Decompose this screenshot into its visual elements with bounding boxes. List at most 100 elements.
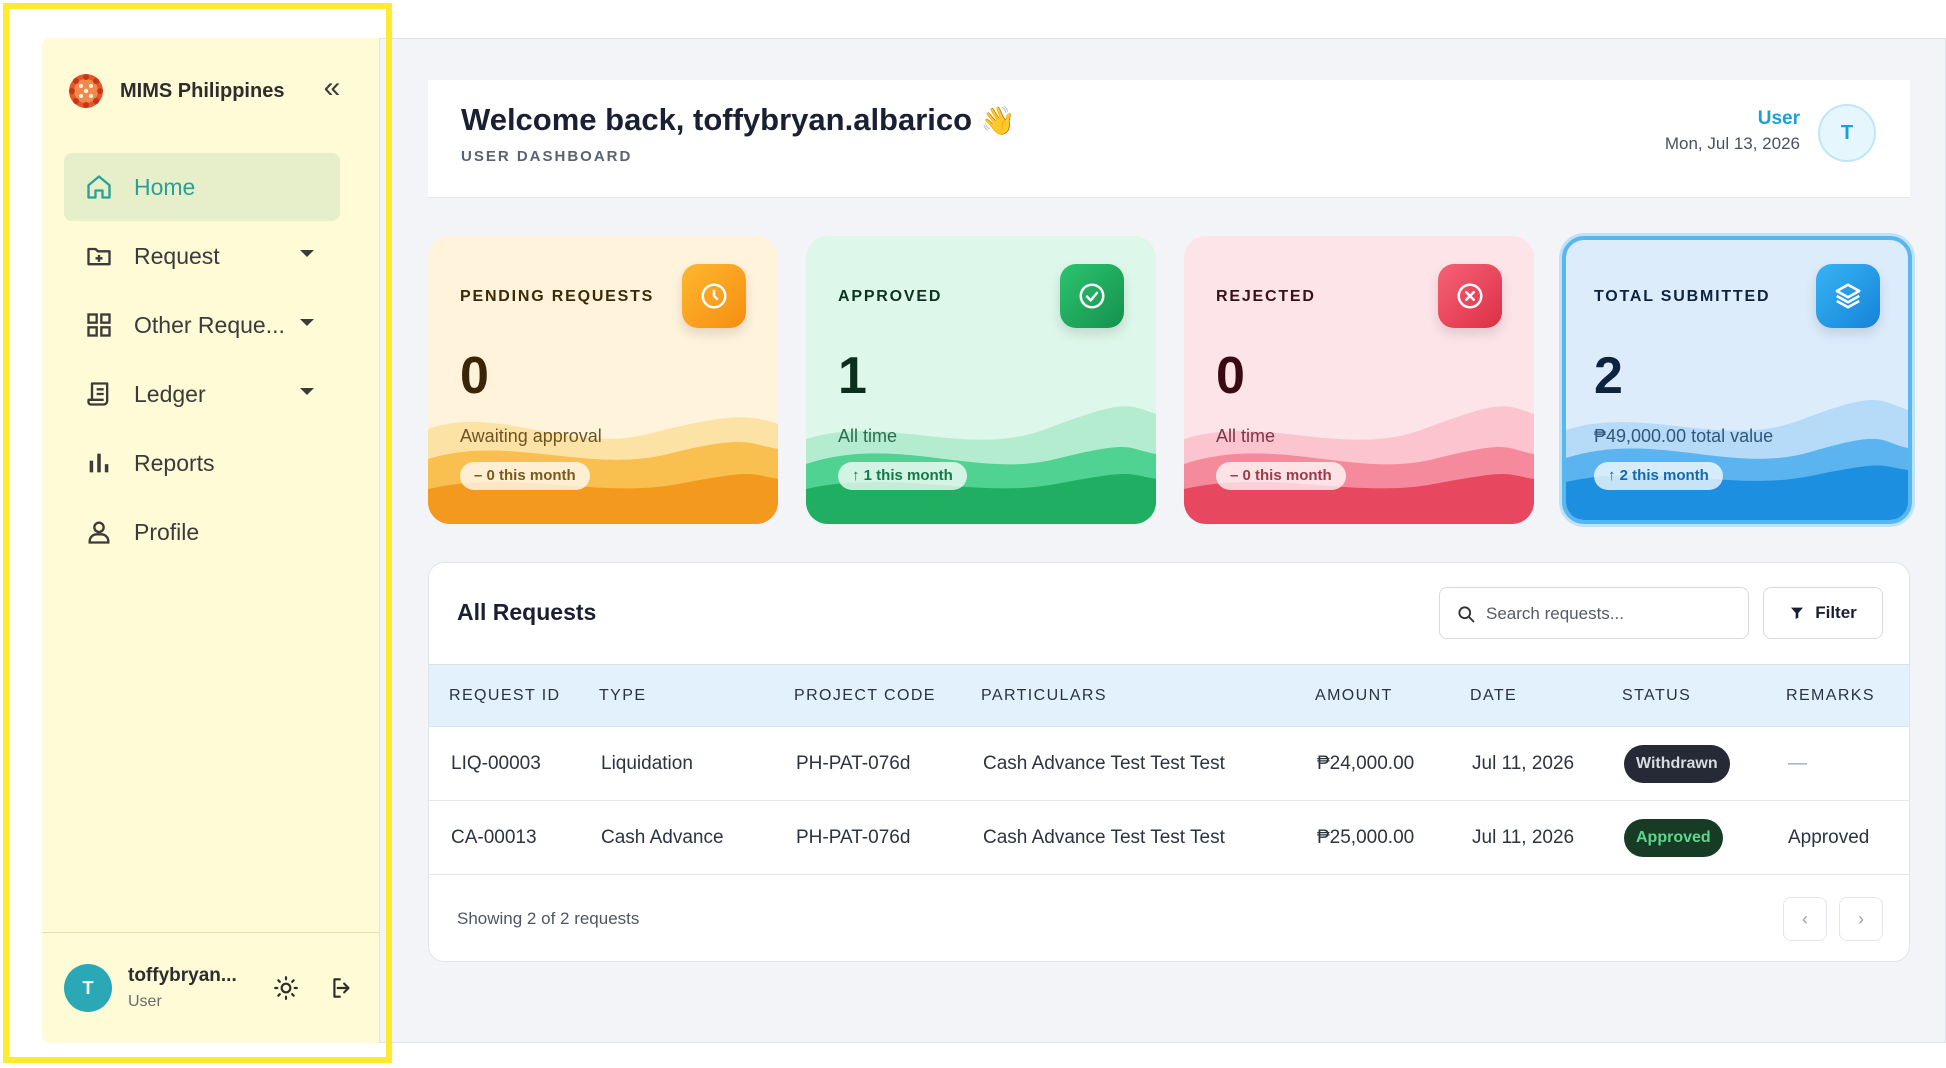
stat-title: PENDING REQUESTS (460, 288, 655, 305)
cell-date: Jul 11, 2026 (1450, 800, 1602, 875)
brand[interactable]: MIMS Philippines (66, 69, 284, 113)
stat-card-rejected[interactable]: REJECTED 0 All time – 0 this month (1184, 236, 1534, 524)
cell-status: Withdrawn (1602, 726, 1766, 801)
brand-logo-icon (69, 74, 103, 108)
sidebar-user-role: User (128, 993, 162, 1010)
stat-title: TOTAL SUBMITTED (1594, 288, 1771, 305)
sidebar-user: T toffybryan... User (64, 958, 364, 1018)
logout-button[interactable] (326, 972, 358, 1004)
header-user-role: User (1757, 108, 1800, 129)
chevron-down-icon[interactable] (300, 319, 314, 326)
column-header[interactable]: TYPE (579, 664, 774, 727)
chevron-down-icon[interactable] (300, 250, 314, 257)
prev-page-button[interactable]: ‹ (1783, 897, 1827, 941)
stat-subtext: Awaiting approval (460, 426, 602, 446)
sidebar-item-label: Reports (134, 449, 215, 476)
table-header-row: REQUEST ID TYPE PROJECT CODE PARTICULARS… (429, 664, 1909, 727)
column-header[interactable]: PROJECT CODE (774, 664, 961, 727)
sidebar-item-request[interactable]: Request (64, 222, 340, 290)
stat-subtext: ₱49,000.00 total value (1594, 426, 1774, 446)
wave-icon: 👋 (980, 105, 1016, 136)
stat-card-total-submitted[interactable]: TOTAL SUBMITTED 2 ₱49,000.00 total value… (1562, 236, 1912, 524)
cell-remarks: — (1766, 726, 1909, 801)
cell-amount: ₱25,000.00 (1295, 800, 1450, 875)
grid-icon (84, 310, 114, 340)
filter-label: Filter (1815, 603, 1857, 622)
column-header[interactable]: DATE (1450, 664, 1602, 727)
stat-subtext: All time (838, 426, 898, 446)
chevron-down-icon[interactable] (300, 388, 314, 395)
stat-trend-badge: ↑ 2 this month (1594, 462, 1723, 490)
layers-icon (1816, 264, 1880, 328)
sidebar-item-reports[interactable]: Reports (64, 429, 340, 497)
stat-trend-badge: – 0 this month (1216, 462, 1346, 490)
stat-value: 1 (838, 347, 867, 405)
stat-card-pending[interactable]: PENDING REQUESTS 0 Awaiting approval – 0… (428, 236, 778, 524)
sidebar-item-label: Home (134, 173, 196, 200)
stat-value: 0 (460, 347, 489, 405)
cell-project-code: PH-PAT-076d (774, 800, 961, 875)
stat-value: 0 (1216, 347, 1245, 405)
user-icon (84, 517, 114, 547)
cell-request-id: LIQ-00003 (429, 726, 579, 801)
stat-value: 2 (1594, 347, 1623, 405)
table-row[interactable]: LIQ-00003 Liquidation PH-PAT-076d Cash A… (429, 726, 1909, 801)
cell-type: Liquidation (579, 726, 774, 801)
check-circle-icon (1060, 264, 1124, 328)
cell-particulars: Cash Advance Test Test Test (961, 800, 1295, 875)
dashboard-header: Welcome back, toffybryan.albarico 👋 USER… (428, 80, 1910, 198)
filter-button[interactable]: Filter (1763, 587, 1883, 639)
column-header[interactable]: STATUS (1602, 664, 1766, 727)
column-header[interactable]: AMOUNT (1295, 664, 1450, 727)
header-date: Mon, Jul 13, 2026 (1664, 134, 1800, 153)
cell-request-id: CA-00013 (429, 800, 579, 875)
brand-name: MIMS Philippines (120, 79, 285, 102)
requests-table: REQUEST ID TYPE PROJECT CODE PARTICULARS… (429, 664, 1909, 875)
sidebar-item-profile[interactable]: Profile (64, 498, 340, 566)
sidebar: MIMS Philippines « Home Request Other Re… (42, 38, 380, 1043)
sidebar-item-ledger[interactable]: Ledger (64, 360, 340, 428)
sidebar-item-label: Other Reque... (134, 311, 285, 338)
pagination-summary: Showing 2 of 2 requests (457, 909, 640, 928)
home-icon (84, 172, 114, 202)
sidebar-item-label: Ledger (134, 380, 206, 407)
requests-card: All Requests Filter REQUEST ID TYPE PROJ… (428, 562, 1910, 962)
sidebar-item-home[interactable]: Home (64, 153, 340, 221)
sidebar-user-name: toffybryan... (128, 965, 237, 986)
collapse-sidebar-icon[interactable]: « (314, 72, 350, 108)
column-header[interactable]: REQUEST ID (429, 664, 579, 727)
logout-icon (333, 978, 350, 998)
filter-icon (1791, 607, 1804, 619)
column-header[interactable]: REMARKS (1766, 664, 1909, 727)
stat-title: REJECTED (1216, 288, 1316, 305)
page-title: Welcome back, toffybryan.albarico 👋 (461, 102, 1016, 138)
avatar[interactable]: T (1818, 104, 1876, 162)
stat-card-approved[interactable]: APPROVED 1 All time ↑ 1 this month (806, 236, 1156, 524)
sidebar-item-label: Profile (134, 518, 200, 545)
stat-trend-badge: ↑ 1 this month (838, 462, 967, 490)
stat-title: APPROVED (838, 288, 943, 305)
sidebar-item-other-requests[interactable]: Other Reque... (64, 291, 340, 359)
cell-remarks: Approved (1766, 800, 1909, 875)
stat-trend-badge: – 0 this month (460, 462, 590, 490)
sidebar-nav: Home Request Other Reque... Ledger Repor… (64, 153, 340, 567)
welcome-text: Welcome back, toffybryan.albarico (461, 102, 973, 137)
sidebar-divider (42, 932, 379, 933)
app-root: MIMS Philippines « Home Request Other Re… (0, 0, 1946, 1068)
search-input[interactable] (1486, 600, 1736, 628)
search-box[interactable] (1439, 587, 1749, 639)
avatar[interactable]: T (64, 964, 112, 1012)
next-page-button[interactable]: › (1839, 897, 1883, 941)
cell-amount: ₱24,000.00 (1295, 726, 1450, 801)
x-circle-icon (1438, 264, 1502, 328)
sun-icon (274, 976, 298, 1000)
requests-title: All Requests (457, 599, 597, 625)
cell-date: Jul 11, 2026 (1450, 726, 1602, 801)
sidebar-item-label: Request (134, 242, 220, 269)
folder-add-icon (84, 241, 114, 271)
sidebar-user-info: toffybryan... User (128, 965, 246, 1011)
theme-toggle-button[interactable] (270, 972, 302, 1004)
column-header[interactable]: PARTICULARS (961, 664, 1295, 727)
cell-type: Cash Advance (579, 800, 774, 875)
table-row[interactable]: CA-00013 Cash Advance PH-PAT-076d Cash A… (429, 800, 1909, 875)
